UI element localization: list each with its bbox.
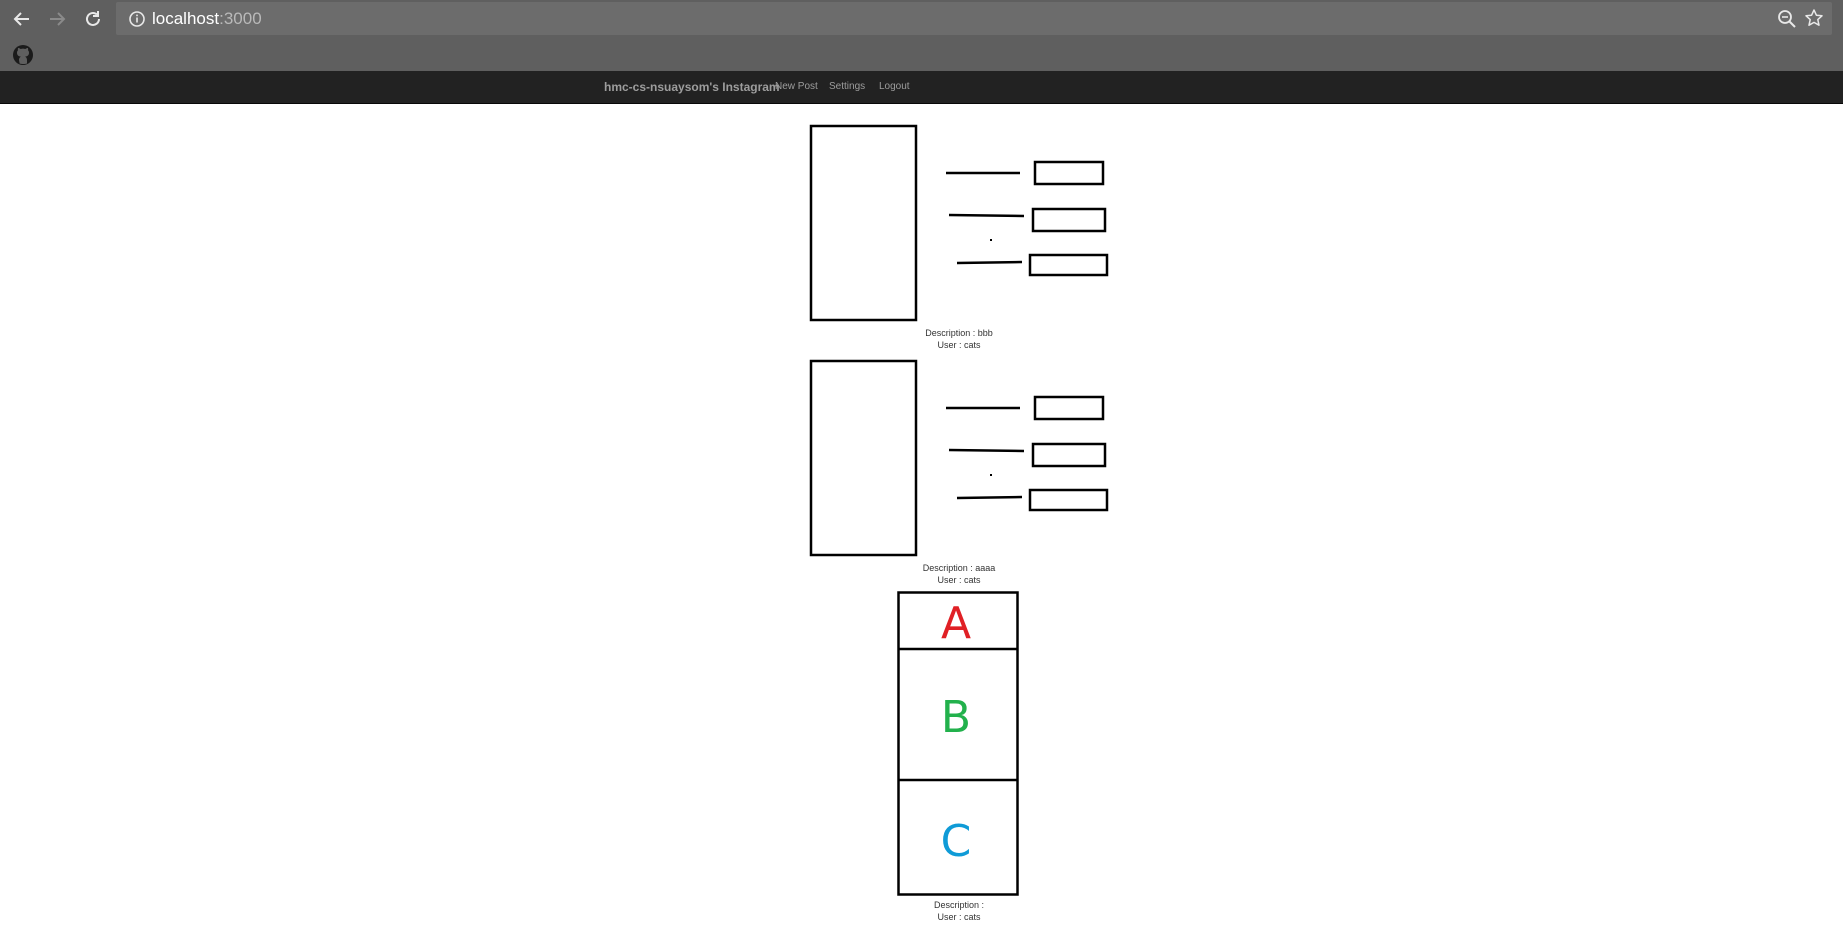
url-text[interactable]: localhost:3000: [152, 9, 262, 29]
letter-a: A: [941, 598, 971, 649]
letter-c: C: [941, 816, 972, 867]
letter-b: B: [941, 692, 971, 743]
reload-icon[interactable]: [81, 7, 105, 31]
post-caption: Description : aaaa User : cats: [859, 562, 1059, 586]
post-image[interactable]: [808, 358, 1110, 558]
browser-toolbar: localhost:3000: [0, 0, 1843, 38]
bookmarks-bar: [0, 38, 1843, 71]
browser-chrome: localhost:3000: [0, 0, 1843, 71]
post-image[interactable]: A B C: [897, 591, 1019, 896]
url-port: :3000: [219, 9, 262, 28]
post-user: User : cats: [937, 575, 981, 585]
post-description: Description : aaaa: [922, 563, 996, 573]
back-arrow-icon[interactable]: [10, 7, 34, 31]
github-icon[interactable]: [12, 44, 34, 66]
url-host: localhost: [152, 9, 220, 28]
post-user: User : cats: [937, 340, 981, 350]
post-image[interactable]: [808, 123, 1110, 323]
post-description: Description : bbb: [925, 328, 993, 338]
nav-logout-link[interactable]: Logout: [879, 81, 910, 92]
post-caption: Description : User : cats: [859, 899, 1059, 923]
nav-new-post-link[interactable]: New Post: [775, 81, 818, 92]
star-icon[interactable]: [1804, 8, 1824, 28]
post-description: Description :: [933, 900, 985, 910]
address-bar[interactable]: localhost:3000: [116, 2, 1832, 35]
post-caption: Description : bbb User : cats: [859, 327, 1059, 351]
info-icon[interactable]: [128, 10, 146, 28]
forward-arrow-icon[interactable]: [45, 7, 69, 31]
navbar-brand[interactable]: hmc-cs-nsuaysom's Instagram: [604, 80, 780, 94]
zoom-icon[interactable]: [1777, 9, 1797, 29]
app-navbar: hmc-cs-nsuaysom's Instagram New Post Set…: [0, 71, 1843, 104]
nav-settings-link[interactable]: Settings: [829, 81, 865, 92]
post-user: User : cats: [937, 912, 981, 922]
